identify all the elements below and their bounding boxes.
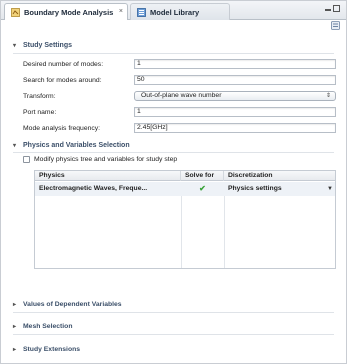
study-extensions-section[interactable]: ▸ Study Extensions bbox=[13, 344, 80, 354]
dropdown-arrow-icon: ▼ bbox=[327, 186, 333, 192]
tab-model-library[interactable]: Model Library bbox=[130, 3, 230, 20]
mesh-selection-section[interactable]: ▸ Mesh Selection bbox=[13, 321, 72, 331]
transform-value: Out-of-plane wave number bbox=[141, 92, 222, 99]
collapsed-arrow-icon: ▸ bbox=[13, 323, 17, 330]
discretization-select[interactable]: Physics settings ▼ bbox=[224, 182, 337, 196]
physics-selection-header[interactable]: ▾ Physics and Variables Selection bbox=[13, 140, 130, 150]
search-around-row: Search for modes around: bbox=[23, 75, 102, 85]
collapsed-arrow-icon: ▸ bbox=[13, 346, 17, 353]
section-title: Mesh Selection bbox=[23, 322, 73, 330]
frequency-input[interactable]: 2.45[GHz] bbox=[134, 123, 336, 133]
tab-bar: Boundary Mode Analysis × Model Library bbox=[1, 1, 346, 20]
updown-arrows-icon: ⇕ bbox=[325, 93, 331, 99]
study-icon bbox=[11, 7, 20, 17]
physics-cell: Electromagnetic Waves, Freque... bbox=[39, 185, 148, 192]
settings-icon[interactable] bbox=[331, 21, 340, 30]
search-around-input[interactable]: 50 bbox=[134, 75, 336, 85]
frequency-row: Mode analysis frequency: bbox=[23, 123, 100, 133]
table-row[interactable]: Electromagnetic Waves, Freque... ✔ Physi… bbox=[35, 182, 335, 196]
collapsed-arrow-icon: ▸ bbox=[13, 301, 17, 308]
table-header: Physics Solve for Discretization bbox=[35, 171, 335, 181]
maximize-icon[interactable] bbox=[333, 5, 340, 12]
section-title: Study Settings bbox=[23, 41, 73, 49]
modify-physics-checkbox[interactable] bbox=[23, 156, 30, 163]
divider bbox=[13, 312, 334, 313]
tab-label: Boundary Mode Analysis bbox=[24, 7, 114, 17]
desired-modes-row: Desired number of modes: bbox=[23, 59, 103, 69]
port-name-row: Port name: bbox=[23, 107, 56, 117]
tab-boundary-mode-analysis[interactable]: Boundary Mode Analysis × bbox=[4, 3, 128, 20]
divider bbox=[13, 152, 334, 153]
window-controls bbox=[325, 5, 340, 12]
port-name-label: Port name: bbox=[23, 108, 57, 116]
section-title: Values of Dependent Variables bbox=[23, 300, 122, 308]
transform-select[interactable]: Out-of-plane wave number ⇕ bbox=[134, 91, 336, 101]
divider bbox=[13, 334, 334, 335]
transform-label: Transform: bbox=[23, 92, 56, 100]
solve-for-check-icon[interactable]: ✔ bbox=[181, 182, 224, 196]
physics-table: Physics Solve for Discretization Electro… bbox=[34, 170, 336, 269]
discretization-value: Physics settings bbox=[228, 185, 282, 192]
transform-row: Transform: bbox=[23, 91, 56, 101]
column-header-physics[interactable]: Physics bbox=[35, 171, 181, 181]
port-name-input[interactable]: 1 bbox=[134, 107, 336, 117]
desired-modes-input[interactable]: 1 bbox=[134, 59, 336, 69]
study-settings-header[interactable]: ▾ Study Settings bbox=[13, 40, 72, 50]
desired-modes-label: Desired number of modes: bbox=[23, 60, 104, 68]
search-around-label: Search for modes around: bbox=[23, 76, 102, 84]
column-header-solve-for[interactable]: Solve for bbox=[181, 171, 224, 181]
library-icon bbox=[137, 7, 146, 17]
values-dependent-variables-section[interactable]: ▸ Values of Dependent Variables bbox=[13, 299, 122, 309]
toolbar bbox=[1, 20, 346, 32]
modify-physics-label: Modify physics tree and variables for st… bbox=[34, 156, 178, 163]
frequency-label: Mode analysis frequency: bbox=[23, 124, 101, 132]
section-title: Physics and Variables Selection bbox=[23, 141, 130, 149]
expand-arrow-icon: ▾ bbox=[13, 142, 17, 149]
tab-label: Model Library bbox=[150, 7, 200, 17]
section-title: Study Extensions bbox=[23, 345, 81, 353]
minimize-icon[interactable] bbox=[325, 9, 331, 11]
close-tab-icon[interactable]: × bbox=[119, 8, 123, 15]
expand-arrow-icon: ▾ bbox=[13, 42, 17, 49]
modify-physics-row[interactable]: Modify physics tree and variables for st… bbox=[23, 156, 177, 163]
divider bbox=[13, 53, 334, 54]
column-header-discretization[interactable]: Discretization bbox=[224, 171, 337, 181]
study-window: Boundary Mode Analysis × Model Library ▾… bbox=[0, 0, 347, 364]
